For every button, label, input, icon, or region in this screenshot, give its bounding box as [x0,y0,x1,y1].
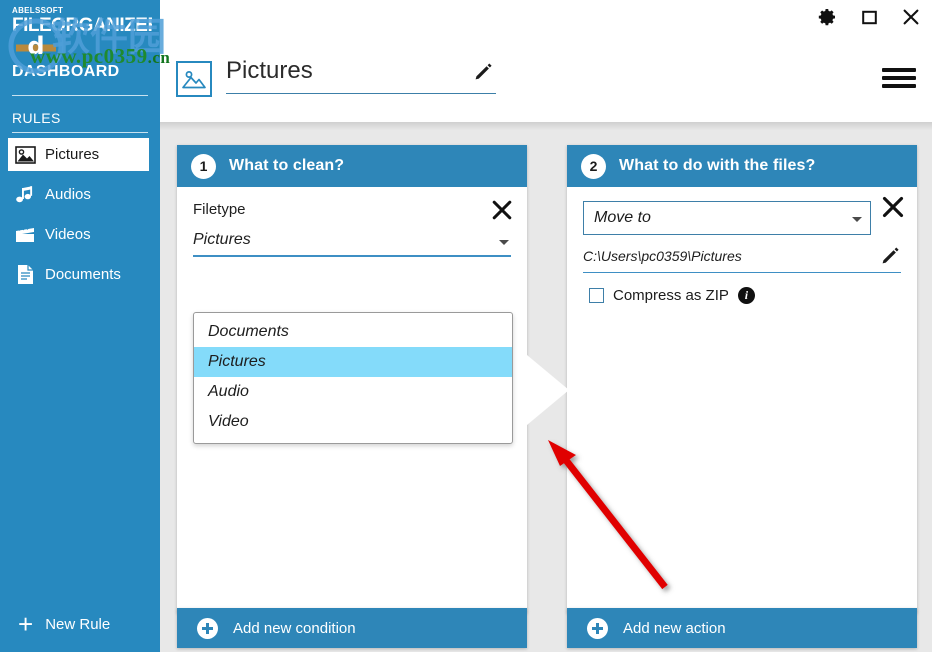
plus-icon: + [18,608,34,639]
filetype-select-value: Pictures [193,231,251,248]
picture-icon [14,144,36,166]
action-panel-title: What to do with the files? [619,157,816,174]
rule-title-row: Pictures [176,56,496,97]
filetype-dropdown-list[interactable]: Documents Pictures Audio Video [193,312,513,444]
app-logo: ABELSSOFT FILEORGANIZER [12,6,152,46]
sidebar-item-documents[interactable]: Documents [0,258,160,291]
compress-zip-label: Compress as ZIP [613,287,729,304]
sidebar-item-label: Documents [45,266,121,283]
close-icon[interactable] [898,4,924,30]
step-number-badge: 1 [191,153,216,179]
action-panel-header: 2 What to do with the files? [567,145,917,187]
chevron-down-icon [852,217,862,222]
sidebar-item-label: Videos [45,226,91,243]
new-rule-button[interactable]: + New Rule [0,597,160,652]
sidebar-item-audios[interactable]: Audios [0,178,160,211]
dropdown-option-documents[interactable]: Documents [194,317,512,347]
add-new-condition-button[interactable]: Add new condition [177,608,527,648]
step-number-badge: 2 [581,153,606,179]
info-icon[interactable]: i [737,287,755,304]
logo-product-text: FILEORGANIZER [12,15,152,36]
dropdown-option-pictures[interactable]: Pictures [194,347,512,377]
condition-panel-body: Filetype Pictures Documents Pictures Aud… [177,187,527,613]
flow-chevron-icon [527,355,569,425]
dropdown-option-audio[interactable]: Audio [194,377,512,407]
hamburger-menu-icon[interactable] [882,65,916,91]
document-icon [14,264,36,286]
sidebar-item-pictures[interactable]: Pictures [8,138,149,171]
sidebar-nav-list: Pictures Audios Videos Documents [0,138,160,298]
page-title: Pictures [226,57,313,84]
new-rule-label: New Rule [45,616,111,633]
compress-zip-row: Compress as ZIP i [583,287,901,304]
sidebar: ABELSSOFT FILEORGANIZER DASHBOARD RULES … [0,0,160,652]
add-new-condition-label: Add new condition [233,619,356,637]
condition-panel-header: 1 What to clean? [177,145,527,187]
plus-circle-icon [197,618,218,639]
window-controls [814,4,924,30]
sidebar-item-videos[interactable]: Videos [0,218,160,251]
compress-zip-checkbox[interactable] [589,288,604,303]
condition-type-label: Filetype [193,201,246,218]
rule-editor-canvas: 1 What to clean? Filetype Pictures Docum… [160,122,932,652]
sidebar-divider-2 [12,132,148,133]
sidebar-item-label: Pictures [45,146,100,163]
action-select[interactable]: Move to [583,201,871,235]
top-bar: Pictures [160,0,932,122]
application-window: ABELSSOFT FILEORGANIZER DASHBOARD RULES … [0,0,932,652]
maximize-icon[interactable] [856,4,882,30]
remove-action-button[interactable] [881,195,905,219]
sidebar-item-dashboard[interactable]: DASHBOARD [12,63,120,81]
picture-icon [176,61,212,97]
sidebar-item-label: Audios [45,186,91,203]
destination-path-value: C:\Users\pc0359\Pictures [583,248,742,264]
action-panel-body: Move to C:\Users\pc0359\Pictures Compres… [567,187,917,613]
add-new-action-label: Add new action [623,619,726,637]
filetype-select[interactable]: Pictures [193,231,511,257]
clapperboard-icon [14,224,36,246]
remove-condition-button[interactable] [491,199,513,221]
action-select-value: Move to [594,209,651,226]
sidebar-divider-1 [12,95,148,96]
dropdown-option-video[interactable]: Video [194,407,512,437]
add-new-action-button[interactable]: Add new action [567,608,917,648]
sidebar-section-rules: RULES [12,110,61,126]
pencil-icon[interactable] [879,244,901,271]
destination-path-field[interactable]: C:\Users\pc0359\Pictures [583,247,901,273]
condition-panel-title: What to clean? [229,157,345,174]
pencil-icon[interactable] [472,60,494,87]
rule-name-field[interactable]: Pictures [226,56,496,94]
gear-icon[interactable] [814,4,840,30]
canvas-top-shadow [160,122,932,130]
chevron-down-icon [499,240,509,245]
music-note-icon [14,184,36,206]
action-panel: 2 What to do with the files? Move to C:\… [567,145,917,613]
plus-circle-icon [587,618,608,639]
condition-panel: 1 What to clean? Filetype Pictures Docum… [177,145,527,613]
